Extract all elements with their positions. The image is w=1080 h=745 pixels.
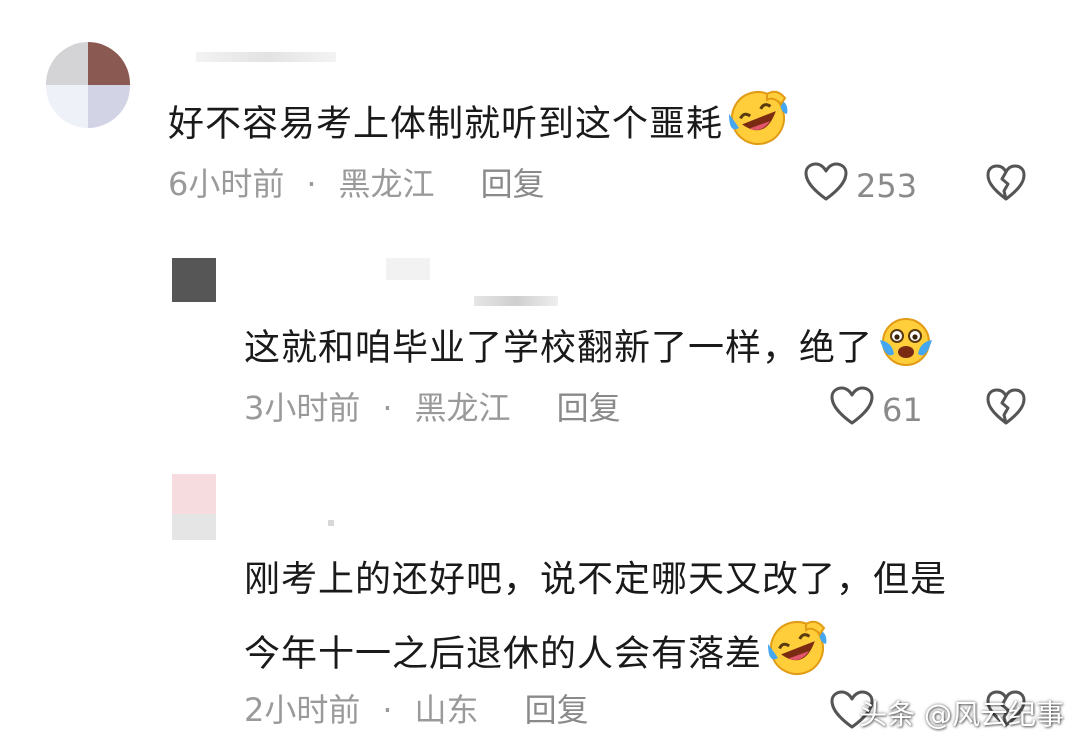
dislike-button[interactable] [986,164,1026,206]
timestamp: 6小时前 [168,165,285,203]
reply-button[interactable]: 回复 [481,164,545,204]
separator: · [306,165,317,203]
username-blurred[interactable] [386,258,430,280]
location: 黑龙江 [338,165,435,203]
watermark: 头条 @风云纪事 [859,698,1064,731]
crying-laughing-face-emoji [877,316,935,383]
username-blurred[interactable] [328,520,334,526]
avatar[interactable] [172,474,216,540]
comment-text: 这就和咱毕业了学校翻新了一样，绝了 [244,316,935,383]
reply-button[interactable]: 回复 [525,690,589,730]
location: 黑龙江 [414,389,511,427]
username-blurred[interactable] [196,52,336,62]
comment-meta: 2小时前 · 山东 回复 [244,690,589,730]
like-button[interactable]: 61 [830,386,923,434]
comment-text: 好不容易考上体制就听到这个噩耗 [168,88,789,163]
broken-heart-icon [986,388,1026,430]
comment-meta: 3小时前 · 黑龙江 回复 [244,388,621,428]
like-count: 253 [856,167,918,205]
avatar[interactable] [46,42,130,128]
separator: · [382,389,393,427]
timestamp: 2小时前 [244,691,361,729]
heart-icon [830,386,882,434]
separator: · [382,691,393,729]
comment-text: 刚考上的还好吧，说不定哪天又改了，但是 [244,559,948,600]
reply-button[interactable]: 回复 [557,388,621,428]
laughing-tears-emoji [727,88,789,163]
dislike-button[interactable] [986,388,1026,430]
laughing-tears-emoji [766,618,828,693]
heart-icon [804,162,856,210]
timestamp: 3小时前 [244,389,361,427]
like-button[interactable]: 253 [804,162,917,210]
username-blurred [474,296,558,306]
comment-text-line2: 今年十一之后退休的人会有落差 [244,618,828,693]
comment-meta: 6小时前 · 黑龙江 回复 [168,164,545,204]
location: 山东 [414,691,479,729]
avatar[interactable] [172,258,216,302]
like-count: 61 [882,391,923,429]
broken-heart-icon [986,164,1026,206]
